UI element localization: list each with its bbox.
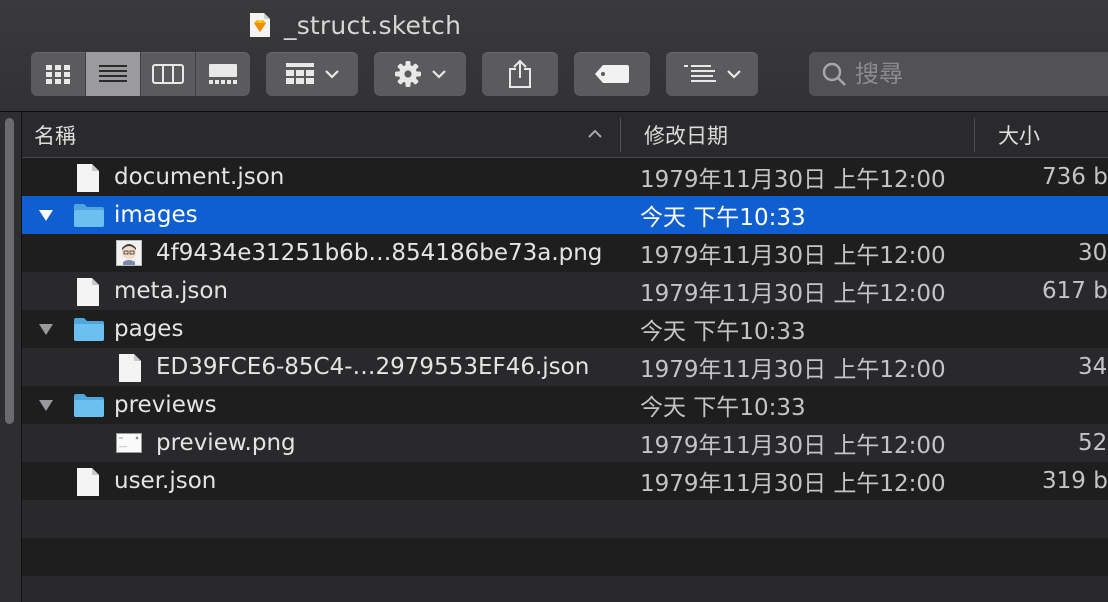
column-divider[interactable] [974, 118, 975, 152]
arrange-button[interactable] [666, 52, 758, 96]
image-thumbnail-icon [116, 240, 142, 266]
file-size-cell: 736 b [1042, 158, 1108, 196]
list-icon [99, 65, 127, 82]
list-view-button[interactable] [86, 52, 141, 96]
disclosure-triangle-icon[interactable] [38, 398, 54, 412]
file-size: 319 b [1042, 468, 1108, 494]
column-header: 名稱 修改日期 大小 [22, 112, 1108, 158]
group-by-button[interactable] [266, 52, 358, 96]
sketch-diamond-icon [250, 13, 270, 37]
disclosure-triangle-icon[interactable] [38, 208, 54, 222]
file-name: preview.png [156, 430, 296, 456]
folder-icon [73, 202, 105, 228]
file-size-cell [1042, 310, 1108, 348]
arrange-icon [684, 65, 716, 82]
file-size-cell: 30 [1042, 234, 1108, 272]
search-icon [822, 62, 846, 86]
chevron-down-icon [325, 70, 339, 79]
preview-thumbnail-icon [116, 430, 142, 456]
empty-row [22, 576, 1108, 602]
modified-date: 1979年11月30日 上午12:00 [640, 357, 946, 383]
gallery-view-button[interactable] [196, 52, 250, 96]
file-name: images [114, 202, 198, 228]
search-input[interactable] [855, 60, 1095, 88]
column-divider[interactable] [620, 118, 621, 152]
file-row[interactable]: 4f9434e31251b6b…854186be73a.png 1979年11月3… [22, 234, 1108, 272]
file-size-cell: 617 b [1042, 272, 1108, 310]
columns-icon [152, 64, 184, 84]
file-size-cell [1042, 386, 1108, 424]
file-name: meta.json [114, 278, 229, 304]
file-row[interactable]: user.json 1979年11月30日 上午12:00 319 b [22, 462, 1108, 500]
folder-row[interactable]: previews 今天 下午10:33 [22, 386, 1108, 424]
chevron-down-icon [727, 70, 741, 79]
column-size-header[interactable]: 大小 [998, 112, 1040, 158]
file-name: user.json [114, 468, 217, 494]
file-size: 52 [1078, 430, 1108, 456]
sort-ascending-icon [588, 129, 602, 138]
file-size: 30 [1078, 240, 1108, 266]
grid-icon [46, 65, 70, 84]
group-by-icon [286, 63, 314, 84]
file-size: 34 [1078, 354, 1108, 380]
file-name: previews [114, 392, 217, 418]
window-toolbar: _struct.sketch [0, 0, 1108, 112]
modified-date: 今天 下午10:33 [640, 319, 806, 345]
modified-date: 今天 下午10:33 [640, 205, 806, 231]
search-field[interactable] [809, 52, 1108, 96]
modified-date: 1979年11月30日 上午12:00 [640, 281, 946, 307]
folder-icon [73, 316, 105, 342]
chevron-down-icon [432, 70, 446, 79]
modified-date: 1979年11月30日 上午12:00 [640, 167, 946, 193]
modified-date: 1979年11月30日 上午12:00 [640, 433, 946, 459]
folder-icon [73, 392, 105, 418]
empty-row [22, 538, 1108, 576]
tag-button[interactable] [574, 52, 650, 96]
file-size: 617 b [1042, 278, 1108, 304]
empty-row [22, 500, 1108, 538]
tag-icon [595, 65, 629, 83]
folder-row[interactable]: images 今天 下午10:33 [22, 196, 1108, 234]
document-icon [76, 467, 100, 497]
view-mode-switch [31, 52, 250, 96]
folder-row[interactable]: pages 今天 下午10:33 [22, 310, 1108, 348]
file-size-cell [1042, 196, 1108, 234]
file-row[interactable]: ED39FCE6-85C4-…2979553EF46.json 1979年11月3… [22, 348, 1108, 386]
disclosure-triangle-icon[interactable] [38, 322, 54, 336]
share-button[interactable] [482, 52, 558, 96]
modified-date: 今天 下午10:33 [640, 395, 806, 421]
file-name: pages [114, 316, 184, 342]
column-view-button[interactable] [141, 52, 196, 96]
file-size-cell: 34 [1042, 348, 1108, 386]
file-size: 736 b [1042, 164, 1108, 190]
file-row[interactable]: preview.png 1979年11月30日 上午12:00 52 [22, 424, 1108, 462]
file-row[interactable]: document.json 1979年11月30日 上午12:00 736 b [22, 158, 1108, 196]
file-name: ED39FCE6-85C4-…2979553EF46.json [156, 354, 590, 380]
sidebar-scrollbar[interactable] [5, 118, 14, 424]
file-list: document.json 1979年11月30日 上午12:00 736 b ima… [22, 158, 1108, 602]
gallery-icon [209, 64, 237, 84]
modified-date: 1979年11月30日 上午12:00 [640, 243, 946, 269]
column-date-header[interactable]: 修改日期 [644, 112, 728, 158]
file-size-cell: 52 [1042, 424, 1108, 462]
document-icon [118, 353, 142, 383]
file-name: 4f9434e31251b6b…854186be73a.png [156, 240, 603, 266]
column-name-header[interactable]: 名稱 [34, 112, 622, 158]
document-icon [76, 277, 100, 307]
title-bar: _struct.sketch [0, 8, 1108, 42]
action-button[interactable] [374, 52, 466, 96]
file-row[interactable]: meta.json 1979年11月30日 上午12:00 617 b [22, 272, 1108, 310]
share-icon [509, 59, 531, 88]
icon-view-button[interactable] [31, 52, 86, 96]
window-title: _struct.sketch [284, 11, 462, 40]
modified-date: 1979年11月30日 上午12:00 [640, 471, 946, 497]
gear-icon [395, 61, 421, 87]
document-icon [76, 163, 100, 193]
file-size-cell: 319 b [1042, 462, 1108, 500]
file-name: document.json [114, 164, 285, 190]
